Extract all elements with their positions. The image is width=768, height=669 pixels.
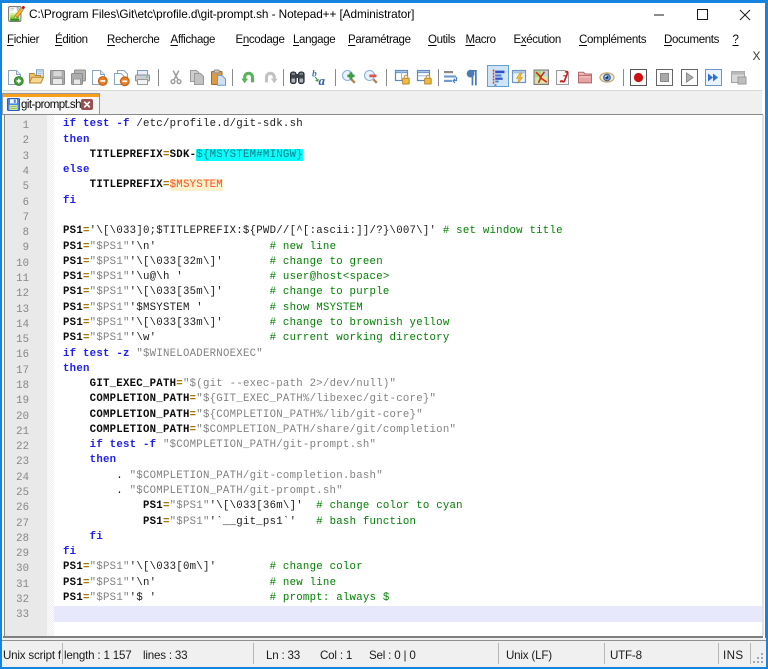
- svg-text:a: a: [319, 73, 326, 88]
